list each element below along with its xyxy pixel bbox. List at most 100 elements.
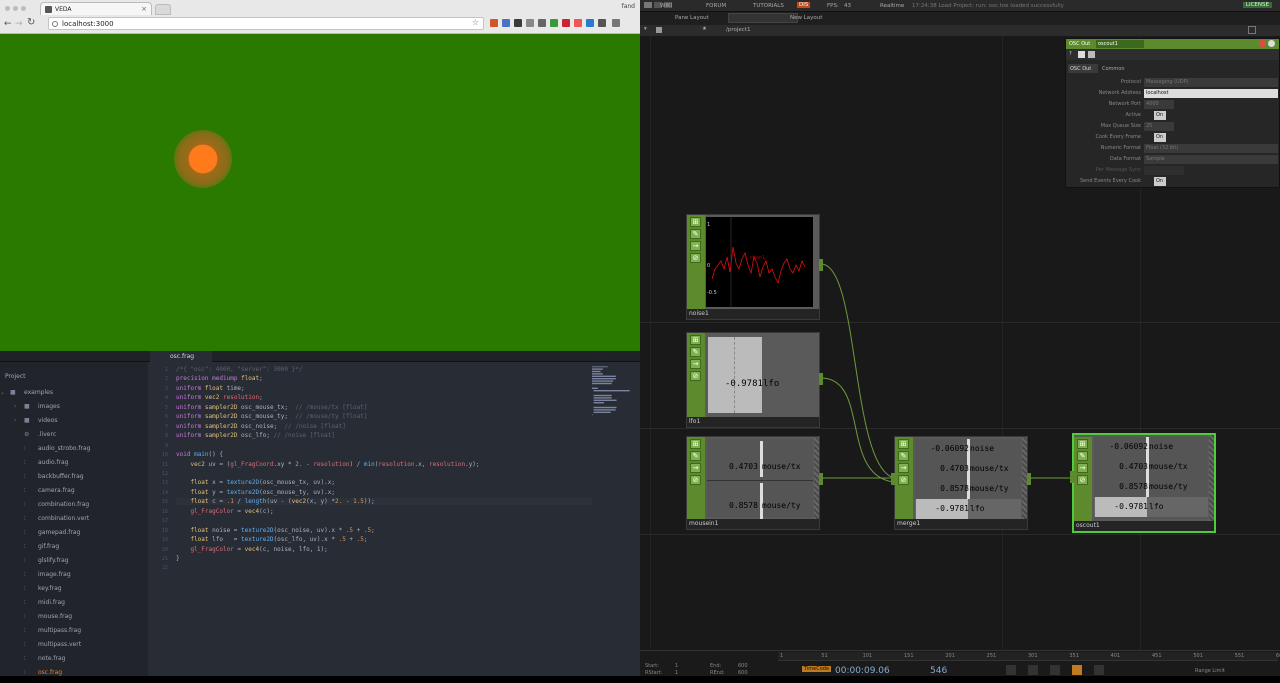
pencil-icon[interactable]: ✎ (1077, 451, 1088, 461)
code-line[interactable]: uniform vec2 resolution; (176, 394, 263, 401)
info-icon[interactable] (1078, 51, 1085, 58)
editor-tab-osc-frag[interactable]: osc.frag (150, 351, 212, 362)
code-line[interactable]: float x = texture2D(osc_mouse_tx, uv).x; (176, 479, 335, 486)
code-line[interactable]: float y = texture2D(osc_mouse_ty, uv).x; (176, 489, 335, 496)
param-field[interactable]: On (1154, 111, 1166, 120)
tree-file[interactable]: ∶audio.frag (38, 459, 69, 473)
reload-icon[interactable]: ↻ (27, 17, 35, 28)
tree-file[interactable]: ∶combination.vert (38, 515, 89, 529)
param-field[interactable]: localhost (1144, 89, 1278, 98)
tree-file[interactable]: ⚙.liverc (38, 431, 56, 445)
tree-file[interactable]: ∶key.frag (38, 585, 62, 599)
extension-icon[interactable] (514, 19, 522, 27)
forward-icon[interactable]: → (15, 19, 23, 29)
pencil-icon[interactable]: ✎ (898, 451, 909, 461)
pencil-icon[interactable]: ✎ (690, 347, 701, 357)
bypass-icon[interactable]: ⊘ (898, 475, 909, 485)
zoom-window-button[interactable] (21, 6, 26, 11)
info-icon[interactable] (1088, 51, 1095, 58)
close-window-button[interactable] (5, 6, 10, 11)
output-connector[interactable] (819, 373, 823, 385)
extension-icon[interactable] (562, 19, 570, 27)
output-connector[interactable] (819, 473, 823, 485)
td-dis-badge[interactable]: DIS (797, 2, 810, 8)
extension-icon[interactable] (502, 19, 510, 27)
rend-field[interactable]: 600 (738, 670, 748, 676)
extension-icon[interactable] (538, 19, 546, 27)
extension-icon[interactable] (598, 19, 606, 27)
stop-button[interactable] (1050, 665, 1060, 675)
bypass-icon[interactable]: ⊘ (690, 475, 701, 485)
step-forward-button[interactable] (1094, 665, 1104, 675)
code-line[interactable]: /*{ "osc": 4000, "server": 3000 }*/ (176, 366, 302, 373)
code-editor[interactable]: /*{ "osc": 4000, "server": 3000 }*/ preci… (170, 362, 640, 676)
menu-icon[interactable] (612, 19, 620, 27)
node-lfo1[interactable]: ⊞✎→⊘ -0.9781 lfo lfo1 (686, 332, 820, 428)
realtime-toggle[interactable]: Realtime (880, 3, 904, 9)
td-link-tutorials[interactable]: TUTORIALS (753, 3, 784, 9)
tree-file[interactable]: ∶gamepad.frag (38, 529, 80, 543)
play-button[interactable] (1072, 665, 1082, 675)
network-path[interactable]: /project1 (726, 27, 750, 33)
settings-icon[interactable] (1268, 40, 1275, 47)
extension-icon[interactable] (490, 19, 498, 27)
code-line[interactable]: } (176, 555, 180, 562)
node-noise1[interactable]: ⊞✎→⊘ 1 0 -0.5 chan1 noise1 (686, 214, 820, 320)
node-name[interactable]: lfo1 (687, 417, 819, 427)
bypass-icon[interactable]: ⊘ (690, 371, 701, 381)
profile-name[interactable]: fand (622, 3, 635, 10)
tree-file[interactable]: ∶multipass.frag (38, 627, 81, 641)
tab-osc-out[interactable]: OSC Out (1068, 64, 1098, 73)
param-field[interactable] (1144, 166, 1184, 175)
pane-split-icon[interactable] (1248, 26, 1256, 34)
new-tab-button[interactable] (155, 4, 171, 15)
tree-file[interactable]: ∶multipass.vert (38, 641, 81, 655)
td-link-forum[interactable]: FORUM (706, 3, 726, 9)
output-connector[interactable] (1027, 473, 1031, 485)
tree-file[interactable]: ∶osc.frag (38, 669, 62, 683)
extension-icon[interactable] (574, 19, 582, 27)
node-oscout1[interactable]: ⊞✎→⊘ -0.06092noise0.4703mouse/tx0.8578mo… (1072, 433, 1216, 533)
pane-layout-buttons[interactable] (728, 13, 798, 23)
tree-file[interactable]: ∶audio_strobo.frag (38, 445, 90, 459)
tab-close-icon[interactable]: × (141, 5, 147, 13)
param-field[interactable]: 4000 (1144, 100, 1174, 109)
viewer-icon[interactable]: ⊞ (690, 439, 701, 449)
tree-file[interactable]: ∶combination.frag (38, 501, 89, 515)
code-line[interactable]: gl_FragColor = vec4(c, noise, lfo, 1); (176, 546, 328, 553)
input-connector[interactable] (1070, 471, 1074, 483)
node-merge1[interactable]: ⊞✎→⊘ -0.06092noise0.4703mouse/tx0.8578mo… (894, 436, 1028, 530)
minimap[interactable] (590, 364, 638, 424)
code-line[interactable]: void main() { (176, 451, 223, 458)
pencil-icon[interactable]: ✎ (690, 229, 701, 239)
tree-folder[interactable]: ■›videos (38, 417, 58, 431)
license-badge[interactable]: LICENSE (1243, 2, 1272, 8)
timeline-ruler[interactable]: 151101151201251301351401451501551600 (778, 652, 1278, 661)
tree-file[interactable]: ∶gif.frag (38, 543, 59, 557)
param-field[interactable]: On (1154, 133, 1166, 142)
code-line[interactable]: precision mediump float; (176, 375, 263, 382)
bypass-icon[interactable]: ⊘ (1077, 475, 1088, 485)
node-mousein1[interactable]: ⊞✎→⊘ 0.4703 mouse/tx 0.8578 mouse/ty mou… (686, 436, 820, 530)
tree-folder[interactable]: ■⌄examples (24, 389, 53, 403)
start-field[interactable]: 1 (675, 663, 678, 669)
bookmark-star-icon[interactable]: ☆ (472, 18, 479, 27)
extension-icon[interactable] (550, 19, 558, 27)
export-icon[interactable]: → (898, 463, 909, 473)
pane-menu-icon[interactable]: ▾ (644, 26, 647, 32)
tree-file[interactable]: ∶image.frag (38, 571, 71, 585)
bypass-icon[interactable]: ⊘ (690, 253, 701, 263)
export-icon[interactable]: → (690, 359, 701, 369)
export-icon[interactable]: → (690, 463, 701, 473)
help-icon[interactable] (1259, 40, 1266, 47)
param-field[interactable]: Sample (1144, 155, 1278, 164)
shader-canvas[interactable] (0, 34, 640, 351)
code-line[interactable]: uniform sampler2D osc_mouse_ty; // /mous… (176, 413, 367, 420)
tab-common[interactable]: Common (1100, 64, 1128, 73)
node-name[interactable]: mousein1 (687, 519, 819, 529)
param-field[interactable]: On (1154, 177, 1166, 186)
browser-tab[interactable]: VEDA × (40, 2, 152, 15)
input-connector[interactable] (891, 473, 895, 485)
code-line[interactable]: float noise = texture2D(osc_noise, uv).x… (176, 527, 375, 534)
node-name[interactable]: noise1 (687, 309, 819, 319)
